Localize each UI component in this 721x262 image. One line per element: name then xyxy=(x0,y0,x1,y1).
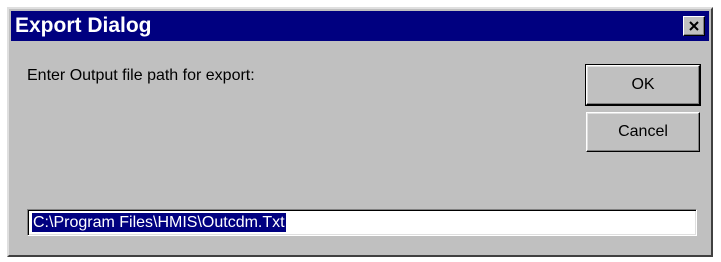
close-button[interactable] xyxy=(683,16,705,36)
prompt-label: Enter Output file path for export: xyxy=(27,67,255,84)
title-bar[interactable]: Export Dialog xyxy=(11,11,709,41)
output-path-input[interactable]: C:\Program Files\HMIS\Outcdm.Txt xyxy=(27,209,697,236)
cancel-button[interactable]: Cancel xyxy=(586,112,700,152)
close-x-icon xyxy=(689,21,699,31)
export-dialog: Export Dialog Enter Output file path for… xyxy=(7,7,713,257)
ok-button[interactable]: OK xyxy=(585,64,701,106)
output-path-value: C:\Program Files\HMIS\Outcdm.Txt xyxy=(32,213,286,232)
dialog-title: Export Dialog xyxy=(15,14,152,37)
